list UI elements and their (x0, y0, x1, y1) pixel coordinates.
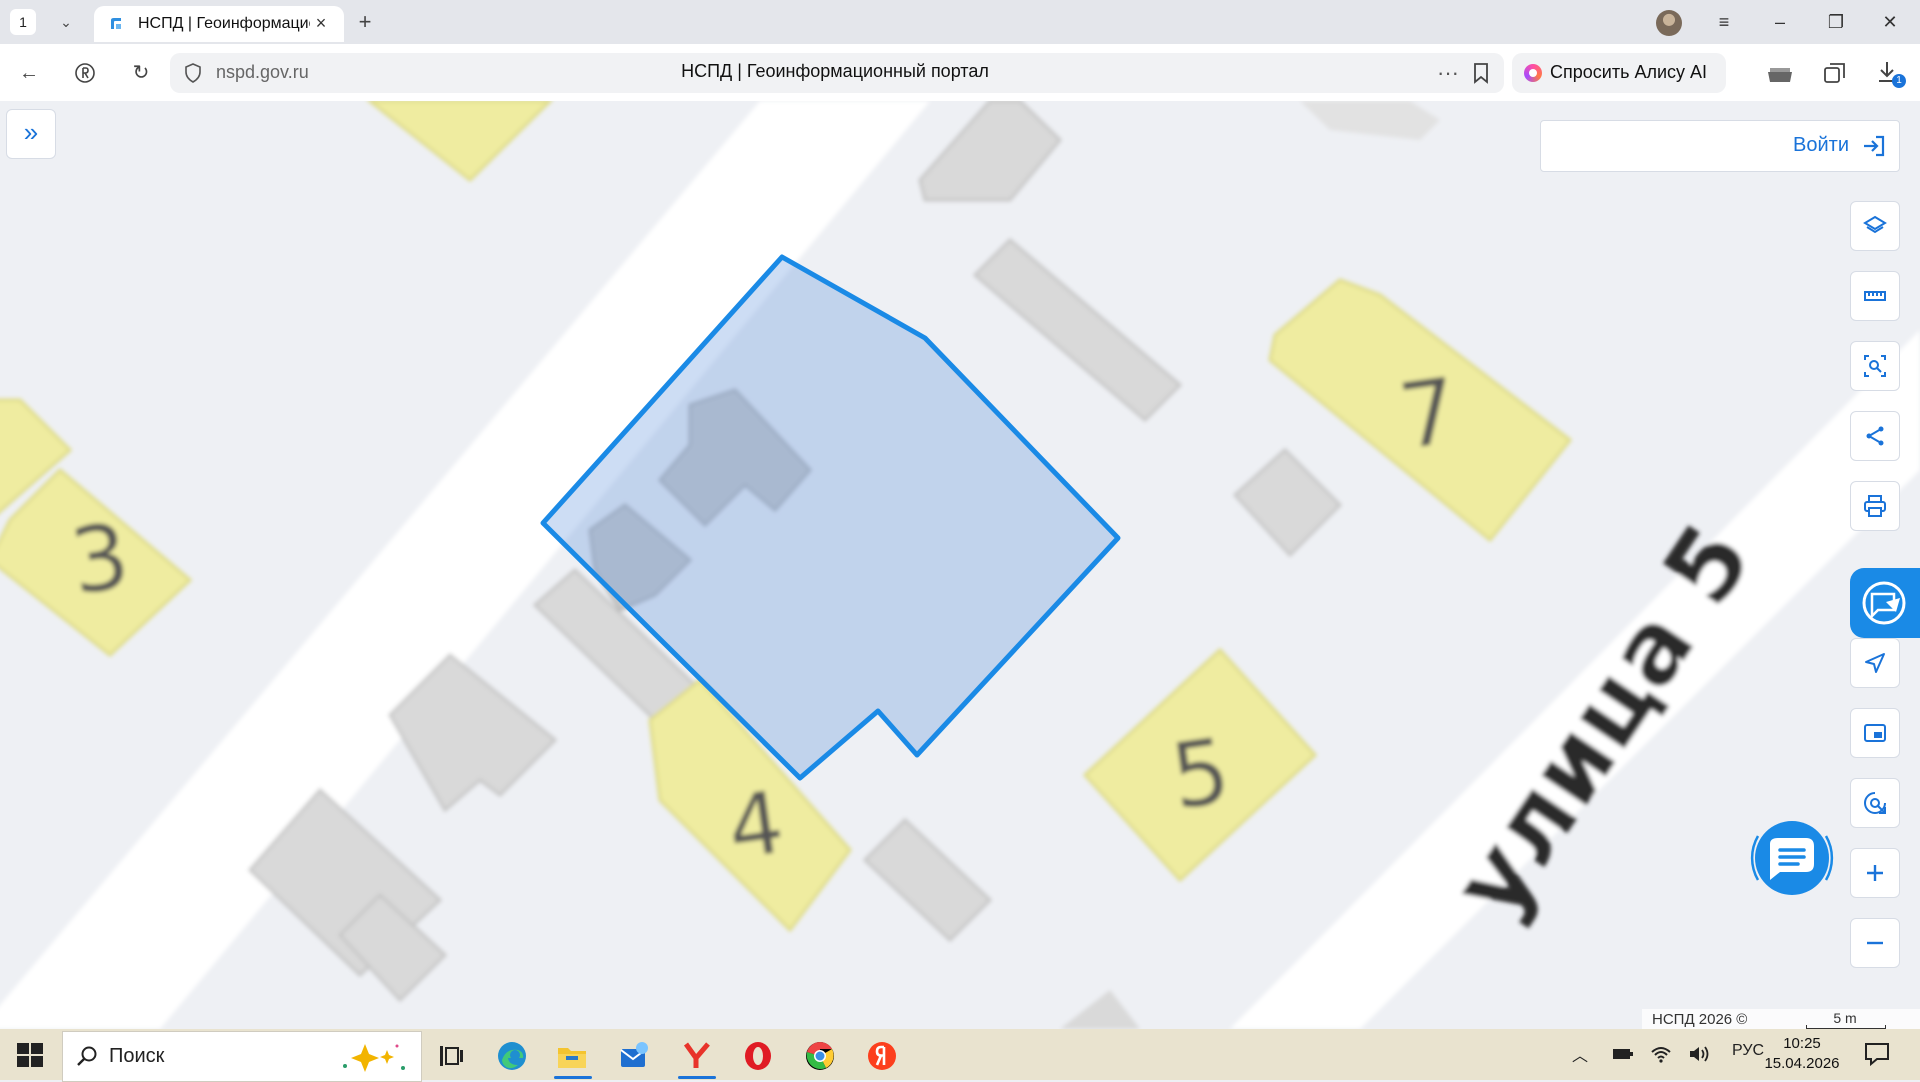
share-button[interactable] (1850, 411, 1900, 461)
street-label: улица 5 (1431, 505, 1775, 938)
attribution-text: НСПД 2026 © (1652, 1011, 1748, 1028)
restore-window-icon[interactable]: ❐ (1814, 8, 1858, 36)
copilot-sparkle-icon (343, 1044, 405, 1072)
yandex-home-icon[interactable] (68, 56, 102, 90)
minimap-button[interactable] (1850, 708, 1900, 758)
nspd-favicon-icon (111, 18, 121, 29)
profile-avatar[interactable] (1656, 10, 1682, 36)
chromium-taskbar-button[interactable] (798, 1036, 844, 1076)
outbuilding (972, 237, 1183, 423)
tab-counter[interactable]: 1 (10, 9, 36, 35)
tab-title: НСПД | Геоинформационный портал (138, 15, 310, 32)
layers-icon (1863, 215, 1887, 234)
feedback-map-icon (1862, 581, 1906, 625)
site-security-shield-icon[interactable] (184, 63, 202, 83)
bookmark-icon[interactable] (1472, 62, 1490, 84)
login-button[interactable]: Войти (1540, 120, 1900, 172)
zoom-in-icon (1867, 865, 1883, 881)
outbuilding (1232, 447, 1343, 558)
opera-icon (745, 1042, 771, 1070)
tab-close-icon[interactable]: × (310, 12, 332, 34)
active-tab[interactable]: НСПД | Геоинформационный портал × (94, 6, 344, 42)
taskbar-clock[interactable]: 10:25 15.04.2026 (1760, 1034, 1844, 1074)
mail-taskbar-button[interactable] (612, 1036, 658, 1076)
share-icon (1866, 426, 1884, 446)
outbuilding (1300, 101, 1440, 140)
chromium-icon (806, 1042, 834, 1070)
page-title: НСПД | Геоинформационный портал (681, 61, 989, 81)
print-button[interactable] (1850, 481, 1900, 531)
feedback-panel-button[interactable] (1850, 568, 1920, 638)
back-arrow-icon[interactable]: ← (12, 56, 46, 90)
map-svg: 3 7 4 5 улица 5 (0, 101, 1920, 1029)
zoom-in-button[interactable] (1850, 848, 1900, 898)
outbuilding (862, 817, 993, 943)
clock-date: 15.04.2026 (1764, 1055, 1840, 1072)
locate-icon (1864, 792, 1886, 814)
downloads-badge: 1 (1892, 74, 1906, 88)
file-explorer-icon (558, 1048, 586, 1068)
minimap-icon (1864, 724, 1886, 742)
explorer-taskbar-button[interactable] (550, 1036, 596, 1079)
expand-sidebar-button[interactable]: » (6, 109, 56, 159)
select-area-button[interactable] (1850, 341, 1900, 391)
active-app-indicator (554, 1076, 592, 1079)
locate-button[interactable] (1850, 778, 1900, 828)
clock-time: 10:25 (1783, 1035, 1821, 1052)
ruler-button[interactable] (1850, 271, 1900, 321)
print-icon (1864, 495, 1886, 517)
layers-button[interactable] (1850, 201, 1900, 251)
scale-label: 5 m (1833, 1010, 1857, 1026)
yandex-browser-icon (683, 1042, 710, 1068)
chat-bubble-icon (1750, 821, 1834, 895)
residential-building (367, 101, 553, 182)
collections-icon[interactable] (1822, 62, 1848, 86)
tab-list-chevron-icon[interactable]: ⌄ (54, 10, 78, 34)
downloads-button[interactable]: 1 (1876, 60, 1906, 90)
reload-icon[interactable]: ↻ (124, 56, 158, 90)
notifications-icon[interactable] (1864, 1042, 1890, 1066)
login-label: Войти (1793, 134, 1849, 156)
login-arrow-icon (1864, 135, 1885, 157)
ask-alisa-button[interactable]: Спросить Алису AI (1512, 53, 1726, 93)
opera-taskbar-button[interactable] (736, 1036, 782, 1076)
url-text[interactable]: nspd.gov.ru (216, 62, 309, 83)
close-window-icon[interactable]: ✕ (1868, 8, 1912, 36)
select-area-icon (1864, 355, 1886, 377)
reading-list-icon[interactable] (1766, 64, 1794, 86)
search-icon (77, 1046, 97, 1066)
yandex-icon (868, 1042, 896, 1070)
active-app-indicator (678, 1076, 716, 1079)
map-attribution: НСПД 2026 © 5 m (1642, 1009, 1920, 1029)
zoom-out-button[interactable] (1850, 918, 1900, 968)
edge-icon (498, 1042, 526, 1070)
ruler-icon (1864, 291, 1886, 301)
browser-menu-icon[interactable]: ≡ (1702, 8, 1746, 36)
minimize-window-icon[interactable]: – (1758, 8, 1802, 36)
mail-icon (620, 1042, 648, 1067)
chat-assistant-button[interactable] (1740, 806, 1844, 910)
wifi-icon[interactable] (1650, 1044, 1672, 1064)
more-dots-icon[interactable]: ··· (1434, 60, 1462, 88)
task-view-button[interactable] (428, 1036, 474, 1076)
send-location-icon (1865, 653, 1885, 673)
alisa-icon (1524, 64, 1542, 82)
taskbar-search-box[interactable]: Поиск (62, 1031, 422, 1082)
ask-alisa-label: Спросить Алису AI (1550, 62, 1708, 82)
search-placeholder: Поиск (109, 1045, 165, 1067)
windows-start-icon[interactable] (14, 1040, 46, 1070)
battery-icon[interactable] (1612, 1046, 1634, 1062)
send-location-button[interactable] (1850, 638, 1900, 688)
yandex-taskbar-button[interactable] (860, 1036, 906, 1076)
outbuilding (1060, 990, 1140, 1029)
volume-icon[interactable] (1688, 1044, 1712, 1064)
task-view-icon (440, 1046, 463, 1066)
map-canvas[interactable]: 3 7 4 5 улица 5 (0, 101, 1920, 1029)
yandex-browser-taskbar-button[interactable] (674, 1036, 720, 1079)
edge-taskbar-button[interactable] (490, 1036, 536, 1076)
zoom-out-icon (1867, 941, 1883, 945)
new-tab-button[interactable]: + (352, 10, 378, 36)
tray-chevron-up-icon[interactable]: ︿ (1572, 1042, 1588, 1066)
outbuilding (918, 101, 1063, 202)
